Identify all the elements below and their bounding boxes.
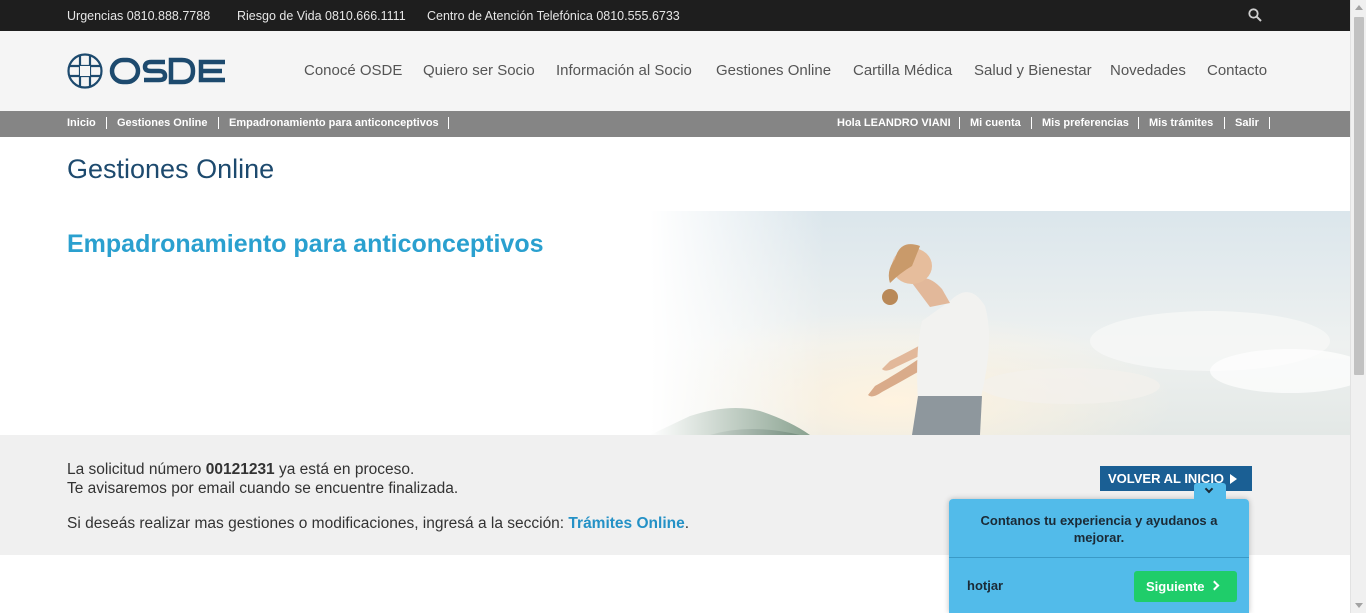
nav-conoce-osde[interactable]: Conocé OSDE xyxy=(304,62,402,79)
user-menu-mis-tramites[interactable]: Mis trámites xyxy=(1149,117,1213,129)
scroll-up-arrow-icon[interactable] xyxy=(1355,5,1363,10)
nav-salud-bienestar[interactable]: Salud y Bienestar xyxy=(974,62,1092,79)
urgencias-phone[interactable]: Urgencias 0810.888.7788 xyxy=(67,9,210,23)
chevron-down-icon xyxy=(1204,484,1214,494)
user-menu-separator xyxy=(1138,117,1139,129)
email-notice-line: Te avisaremos por email cuando se encuen… xyxy=(67,480,459,497)
hotjar-prompt-area: Contanos tu experiencia y ayudanos a mej… xyxy=(949,499,1249,557)
riesgo-vida-phone[interactable]: Riesgo de Vida 0810.666.1111 xyxy=(237,9,406,23)
hotjar-footer: hotjar Siguiente xyxy=(949,557,1249,613)
chevron-right-icon xyxy=(1209,580,1220,591)
hero-title: Empadronamiento para anticonceptivos xyxy=(67,230,544,258)
hotjar-prompt: Contanos tu experiencia y ayudanos a mej… xyxy=(980,513,1218,545)
tramites-online-link[interactable]: Trámites Online xyxy=(568,515,684,532)
page-scrollbar[interactable] xyxy=(1350,0,1366,613)
user-menu-separator xyxy=(959,117,960,129)
user-greeting: Hola LEANDRO VIANI xyxy=(837,117,951,129)
page-title: Gestiones Online xyxy=(67,154,275,184)
nav-novedades[interactable]: Novedades xyxy=(1110,62,1186,79)
volver-inicio-button[interactable]: VOLVER AL INICIO xyxy=(1100,466,1252,491)
request-status-prefix: La solicitud número xyxy=(67,461,206,478)
nav-informacion-socio[interactable]: Información al Socio xyxy=(556,62,692,79)
hotjar-logo: hotjar xyxy=(967,578,1004,593)
play-arrow-icon xyxy=(1230,473,1238,484)
osde-logo[interactable] xyxy=(67,52,229,90)
more-actions-line: Si deseás realizar mas gestiones o modif… xyxy=(67,515,689,533)
centro-atencion-phone[interactable]: Centro de Atención Telefónica 0810.555.6… xyxy=(427,9,680,23)
scrollbar-thumb[interactable] xyxy=(1354,17,1364,375)
hotjar-feedback-widget: Contanos tu experiencia y ayudanos a mej… xyxy=(949,483,1249,613)
top-utility-bar: Urgencias 0810.888.7788 Riesgo de Vida 0… xyxy=(0,0,1350,31)
breadcrumb-empadronamiento[interactable]: Empadronamiento para anticonceptivos xyxy=(229,117,439,129)
breadcrumb-separator xyxy=(218,117,219,129)
request-number: 00121231 xyxy=(205,461,275,478)
nav-quiero-ser-socio[interactable]: Quiero ser Socio xyxy=(423,62,535,79)
hero-woman-image xyxy=(650,211,1350,435)
hotjar-next-button[interactable]: Siguiente xyxy=(1134,571,1237,602)
request-status-line: La solicitud número 00121231 ya está en … xyxy=(67,461,414,479)
user-menu-separator xyxy=(1031,117,1032,129)
nav-contacto[interactable]: Contacto xyxy=(1207,62,1267,79)
site-header: Conocé OSDE Quiero ser Socio Información… xyxy=(0,31,1350,111)
nav-cartilla-medica[interactable]: Cartilla Médica xyxy=(853,62,952,79)
breadcrumb-separator xyxy=(106,117,107,129)
breadcrumb: Inicio Gestiones Online Empadronamiento … xyxy=(0,111,1350,137)
user-menu-mi-cuenta[interactable]: Mi cuenta xyxy=(970,117,1021,129)
hero-banner: Empadronamiento para anticonceptivos xyxy=(0,211,1350,435)
breadcrumb-separator xyxy=(448,117,449,129)
user-menu-salir[interactable]: Salir xyxy=(1235,117,1259,129)
breadcrumb-inicio[interactable]: Inicio xyxy=(67,117,96,129)
user-menu-separator xyxy=(1269,117,1270,129)
user-menu-separator xyxy=(1224,117,1225,129)
search-icon[interactable] xyxy=(1248,8,1262,22)
user-menu-mis-preferencias[interactable]: Mis preferencias xyxy=(1042,117,1129,129)
more-actions-period: . xyxy=(684,515,690,532)
nav-gestiones-online[interactable]: Gestiones Online xyxy=(716,62,831,79)
breadcrumb-gestiones-online[interactable]: Gestiones Online xyxy=(117,117,207,129)
scroll-down-arrow-icon[interactable] xyxy=(1355,603,1363,608)
more-actions-text: Si deseás realizar mas gestiones o modif… xyxy=(67,515,569,532)
request-status-suffix: ya está en proceso. xyxy=(274,461,415,478)
hotjar-next-label: Siguiente xyxy=(1146,579,1205,594)
